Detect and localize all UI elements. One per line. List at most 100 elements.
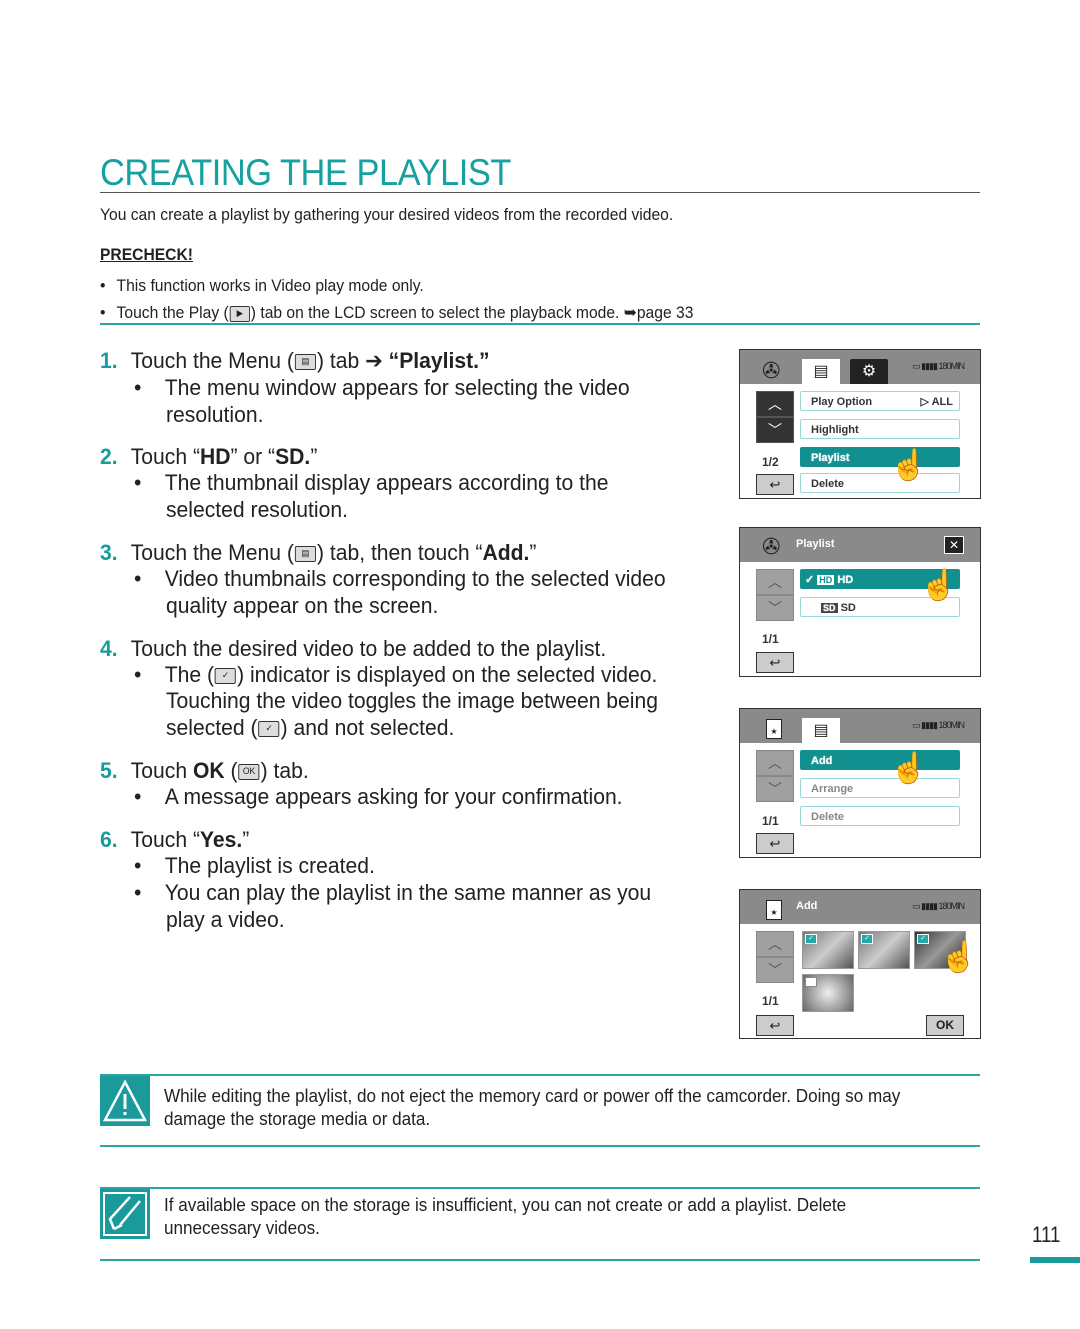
- note-divider: [100, 1259, 980, 1261]
- status-indicators: ▭ ▮▮▮▮ 180MIN: [912, 361, 965, 371]
- check-indicator-icon: ✓: [258, 721, 280, 738]
- step-bullet-cont: selected (✓) and not selected.: [166, 715, 455, 740]
- hand-pointer-icon: ☝: [940, 941, 978, 974]
- page-indicator: 1/2: [762, 455, 779, 469]
- menu-tab-icon: ▤: [294, 546, 316, 563]
- lcd-screen-playlist: ✇ Playlist ✕ ︿ ﹀ 1/1 ↩ ✓ HD HD SD SD ☝: [739, 527, 981, 677]
- video-thumbnail[interactable]: [802, 974, 854, 1012]
- step-bullet-cont: resolution.: [166, 402, 264, 427]
- menu-tab-icon: ▤: [294, 354, 316, 371]
- checked-icon: ✓: [805, 934, 817, 944]
- video-thumbnail[interactable]: ✓: [858, 931, 910, 969]
- title-divider: [100, 192, 980, 193]
- page-number-bar: [1030, 1257, 1080, 1263]
- precheck-item-text: This function works in Video play mode o…: [116, 276, 424, 295]
- back-button[interactable]: ↩: [756, 1015, 794, 1036]
- menu-tab[interactable]: ▤: [802, 359, 840, 384]
- step-bullet-cont: Touching the video toggles the image bet…: [166, 688, 658, 713]
- step-text: Touch the Menu (: [130, 348, 294, 373]
- play-tab-icon: ▶: [229, 305, 250, 322]
- step-1: 1. Touch the Menu (▤) tab ➔ “Playlist.”: [100, 348, 490, 374]
- unchecked-icon: [805, 977, 817, 987]
- warning-icon: [100, 1076, 150, 1126]
- note-divider: [100, 1187, 980, 1189]
- ok-button[interactable]: OK: [926, 1015, 964, 1036]
- page-indicator: 1/1: [762, 994, 779, 1008]
- check-indicator-icon: ✓: [214, 668, 237, 685]
- step-bullet: • The menu window appears for selecting t…: [134, 375, 630, 400]
- memo-note-text: If available space on the storage is ins…: [164, 1195, 847, 1238]
- page-indicator: 1/1: [762, 814, 779, 828]
- menu-tab[interactable]: ▤: [802, 718, 840, 743]
- scroll-down-button[interactable]: ﹀: [756, 417, 794, 443]
- precheck-heading: PRECHECK!: [100, 245, 193, 264]
- page-number: 111: [1032, 1222, 1061, 1247]
- ok-tab-icon: OK: [238, 764, 260, 781]
- lcd-screen-add: ★ Add ▭ ▮▮▮▮ 180MIN ︿ ﹀ 1/1 ↩ OK ✓ ✓ ✓ ☝: [739, 889, 981, 1039]
- check-icon: ✓: [805, 574, 815, 586]
- lcd-title: Add: [796, 900, 818, 912]
- precheck-divider: [100, 323, 980, 325]
- scroll-down-button[interactable]: ﹀: [756, 595, 794, 621]
- scroll-down-button[interactable]: ﹀: [756, 957, 794, 983]
- step-3: 3. Touch the Menu (▤) tab, then touch “Ad…: [100, 540, 537, 565]
- hd-badge-icon: HD: [817, 575, 835, 585]
- step-bullet-cont: quality appear on the screen.: [166, 593, 439, 618]
- scroll-up-button[interactable]: ︿: [756, 931, 794, 957]
- step-bold: “Playlist.”: [388, 348, 490, 373]
- precheck-text: Touch the Play (: [116, 303, 229, 322]
- step-bullet-cont: selected resolution.: [166, 497, 348, 522]
- arrow-icon: ➔: [365, 348, 383, 373]
- step-6: 6. Touch “Yes.”: [100, 827, 250, 852]
- gear-icon: ⚙: [861, 363, 877, 380]
- menu-item-arrange[interactable]: Arrange: [800, 778, 960, 798]
- close-button[interactable]: ✕: [944, 536, 964, 554]
- menu-item-add[interactable]: Add: [800, 750, 960, 770]
- checked-icon: ✓: [917, 934, 929, 944]
- back-button[interactable]: ↩: [756, 652, 794, 673]
- precheck-item: • Touch the Play (▶) tab on the LCD scree…: [100, 303, 694, 322]
- settings-tab[interactable]: ⚙: [850, 359, 888, 384]
- step-number: 1.: [100, 348, 118, 373]
- page-reference-link[interactable]: page 33: [637, 303, 694, 322]
- status-indicators: ▭ ▮▮▮▮ 180MIN: [912, 720, 965, 730]
- menu-item-delete[interactable]: Delete: [800, 473, 960, 493]
- step-2: 2. Touch “HD” or “SD.”: [100, 444, 318, 469]
- scroll-up-button[interactable]: ︿: [756, 750, 794, 776]
- page-indicator: 1/1: [762, 632, 779, 646]
- step-bullet-cont: play a video.: [166, 907, 285, 932]
- note-divider: [100, 1074, 980, 1076]
- playlist-file-icon[interactable]: ★: [766, 719, 782, 739]
- video-mode-icon: ✇: [762, 534, 781, 559]
- back-button[interactable]: ↩: [756, 833, 794, 854]
- playlist-file-icon: ★: [766, 900, 782, 920]
- step-text: ) tab: [316, 348, 366, 373]
- note-divider: [100, 1145, 980, 1147]
- scroll-down-button[interactable]: ﹀: [756, 776, 794, 802]
- page-title: CREATING THE PLAYLIST: [100, 152, 511, 193]
- hand-pointer-icon: ☝: [890, 449, 928, 482]
- menu-item-delete[interactable]: Delete: [800, 806, 960, 826]
- step-5: 5. Touch OK (OK) tab.: [100, 758, 309, 783]
- lcd-title: Playlist: [796, 538, 835, 550]
- precheck-item: • This function works in Video play mode …: [100, 276, 424, 295]
- menu-item-highlight[interactable]: Highlight: [800, 419, 960, 439]
- warning-note-text: While editing the playlist, do not eject…: [164, 1086, 901, 1129]
- page-ref-arrow-icon: ➥: [623, 303, 637, 322]
- status-indicators: ▭ ▮▮▮▮ 180MIN: [912, 901, 965, 911]
- menu-item-playlist[interactable]: Playlist: [800, 447, 960, 467]
- step-bullet: • The thumbnail display appears according…: [134, 470, 609, 495]
- menu-item-play-option[interactable]: Play Option ▷ ALL: [800, 391, 960, 411]
- step-4: 4. Touch the desired video to be added to…: [100, 636, 607, 661]
- step-bullet: • A message appears asking for your confi…: [134, 784, 623, 809]
- sd-badge-icon: SD: [821, 603, 838, 613]
- video-thumbnail[interactable]: ✓: [802, 931, 854, 969]
- scroll-up-button[interactable]: ︿: [756, 391, 794, 417]
- intro-text: You can create a playlist by gathering y…: [100, 205, 674, 224]
- video-mode-icon[interactable]: ✇: [762, 358, 780, 384]
- back-button[interactable]: ↩: [756, 474, 794, 495]
- hand-pointer-icon: ☝: [890, 752, 928, 785]
- scroll-up-button[interactable]: ︿: [756, 569, 794, 595]
- lcd-screen-playlist-menu: ★ ▤ ▭ ▮▮▮▮ 180MIN ︿ ﹀ 1/1 ↩ Add Arrange …: [739, 708, 981, 858]
- play-option-value: ▷ ALL: [920, 396, 954, 408]
